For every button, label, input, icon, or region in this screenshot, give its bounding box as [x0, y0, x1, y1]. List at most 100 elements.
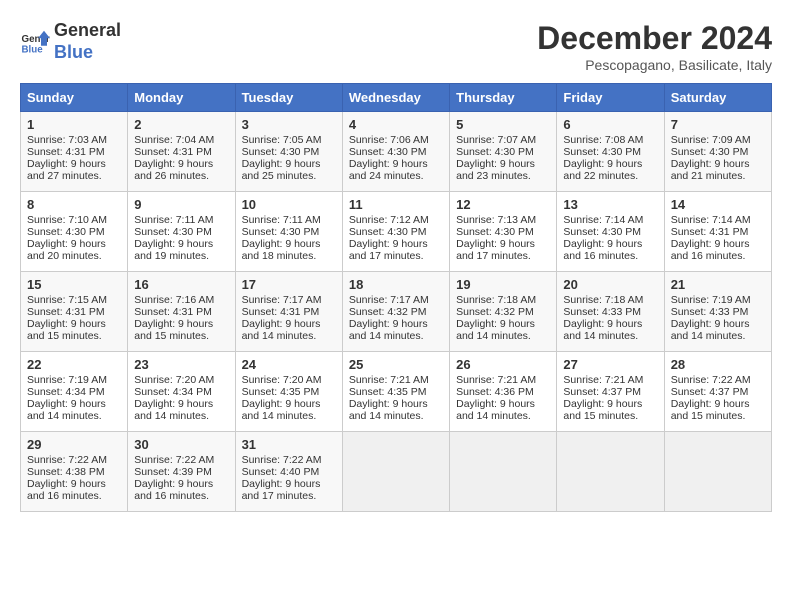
day-info: and 15 minutes.	[563, 410, 657, 422]
day-number: 20	[563, 277, 657, 292]
calendar-cell: 20Sunrise: 7:18 AMSunset: 4:33 PMDayligh…	[557, 272, 664, 352]
day-info: and 14 minutes.	[134, 410, 228, 422]
logo: General Blue General Blue	[20, 20, 121, 63]
day-info: Sunset: 4:30 PM	[456, 146, 550, 158]
day-number: 9	[134, 197, 228, 212]
weekday-header-saturday: Saturday	[664, 84, 771, 112]
calendar-cell: 12Sunrise: 7:13 AMSunset: 4:30 PMDayligh…	[450, 192, 557, 272]
day-info: Daylight: 9 hours	[456, 318, 550, 330]
calendar-cell: 17Sunrise: 7:17 AMSunset: 4:31 PMDayligh…	[235, 272, 342, 352]
day-info: Sunrise: 7:18 AM	[456, 294, 550, 306]
day-info: and 14 minutes.	[242, 410, 336, 422]
svg-text:Blue: Blue	[22, 44, 44, 55]
day-info: Sunrise: 7:22 AM	[134, 454, 228, 466]
day-info: Sunset: 4:30 PM	[242, 226, 336, 238]
day-number: 7	[671, 117, 765, 132]
day-info: Sunset: 4:30 PM	[27, 226, 121, 238]
day-info: and 14 minutes.	[349, 330, 443, 342]
day-info: and 16 minutes.	[671, 250, 765, 262]
day-info: Sunset: 4:32 PM	[349, 306, 443, 318]
day-info: Sunrise: 7:19 AM	[27, 374, 121, 386]
calendar-cell: 23Sunrise: 7:20 AMSunset: 4:34 PMDayligh…	[128, 352, 235, 432]
day-number: 2	[134, 117, 228, 132]
day-info: Sunrise: 7:14 AM	[563, 214, 657, 226]
day-number: 12	[456, 197, 550, 212]
day-info: Sunrise: 7:17 AM	[349, 294, 443, 306]
day-number: 14	[671, 197, 765, 212]
day-info: Daylight: 9 hours	[134, 158, 228, 170]
calendar-body: 1Sunrise: 7:03 AMSunset: 4:31 PMDaylight…	[21, 112, 772, 512]
calendar-cell: 28Sunrise: 7:22 AMSunset: 4:37 PMDayligh…	[664, 352, 771, 432]
day-number: 23	[134, 357, 228, 372]
calendar-cell: 27Sunrise: 7:21 AMSunset: 4:37 PMDayligh…	[557, 352, 664, 432]
day-info: Daylight: 9 hours	[671, 158, 765, 170]
day-info: Daylight: 9 hours	[134, 238, 228, 250]
calendar-week-2: 15Sunrise: 7:15 AMSunset: 4:31 PMDayligh…	[21, 272, 772, 352]
day-info: Sunrise: 7:06 AM	[349, 134, 443, 146]
day-number: 18	[349, 277, 443, 292]
day-info: Sunrise: 7:18 AM	[563, 294, 657, 306]
calendar-cell: 24Sunrise: 7:20 AMSunset: 4:35 PMDayligh…	[235, 352, 342, 432]
calendar-cell: 6Sunrise: 7:08 AMSunset: 4:30 PMDaylight…	[557, 112, 664, 192]
day-info: Sunset: 4:30 PM	[456, 226, 550, 238]
day-info: and 14 minutes.	[671, 330, 765, 342]
calendar-cell: 11Sunrise: 7:12 AMSunset: 4:30 PMDayligh…	[342, 192, 449, 272]
day-info: Daylight: 9 hours	[134, 478, 228, 490]
day-info: Sunrise: 7:16 AM	[134, 294, 228, 306]
month-title: December 2024	[537, 20, 772, 57]
day-info: Sunrise: 7:15 AM	[27, 294, 121, 306]
day-info: Sunrise: 7:17 AM	[242, 294, 336, 306]
day-number: 6	[563, 117, 657, 132]
day-info: Sunrise: 7:21 AM	[349, 374, 443, 386]
day-info: and 16 minutes.	[563, 250, 657, 262]
day-info: and 14 minutes.	[563, 330, 657, 342]
calendar-cell: 18Sunrise: 7:17 AMSunset: 4:32 PMDayligh…	[342, 272, 449, 352]
calendar-week-0: 1Sunrise: 7:03 AMSunset: 4:31 PMDaylight…	[21, 112, 772, 192]
day-info: Sunrise: 7:07 AM	[456, 134, 550, 146]
day-info: Daylight: 9 hours	[27, 158, 121, 170]
day-info: Sunset: 4:30 PM	[671, 146, 765, 158]
calendar-week-3: 22Sunrise: 7:19 AMSunset: 4:34 PMDayligh…	[21, 352, 772, 432]
day-info: and 17 minutes.	[349, 250, 443, 262]
day-info: Sunset: 4:37 PM	[563, 386, 657, 398]
day-info: and 14 minutes.	[27, 410, 121, 422]
day-info: Sunrise: 7:03 AM	[27, 134, 121, 146]
day-info: Sunset: 4:31 PM	[27, 306, 121, 318]
day-number: 8	[27, 197, 121, 212]
weekday-header-thursday: Thursday	[450, 84, 557, 112]
day-info: Daylight: 9 hours	[134, 398, 228, 410]
day-info: Daylight: 9 hours	[563, 318, 657, 330]
calendar-cell: 31Sunrise: 7:22 AMSunset: 4:40 PMDayligh…	[235, 432, 342, 512]
day-number: 3	[242, 117, 336, 132]
day-info: Daylight: 9 hours	[134, 318, 228, 330]
day-info: and 26 minutes.	[134, 170, 228, 182]
calendar-cell: 13Sunrise: 7:14 AMSunset: 4:30 PMDayligh…	[557, 192, 664, 272]
calendar-cell: 21Sunrise: 7:19 AMSunset: 4:33 PMDayligh…	[664, 272, 771, 352]
location: Pescopagano, Basilicate, Italy	[537, 57, 772, 73]
day-info: Sunset: 4:30 PM	[242, 146, 336, 158]
day-info: Daylight: 9 hours	[563, 238, 657, 250]
day-info: Daylight: 9 hours	[456, 238, 550, 250]
day-info: and 22 minutes.	[563, 170, 657, 182]
day-info: and 14 minutes.	[242, 330, 336, 342]
day-info: Sunrise: 7:20 AM	[242, 374, 336, 386]
day-info: Daylight: 9 hours	[27, 398, 121, 410]
day-info: and 16 minutes.	[134, 490, 228, 502]
day-number: 24	[242, 357, 336, 372]
weekday-header-tuesday: Tuesday	[235, 84, 342, 112]
day-number: 30	[134, 437, 228, 452]
day-info: Sunset: 4:34 PM	[27, 386, 121, 398]
day-number: 28	[671, 357, 765, 372]
calendar-cell: 16Sunrise: 7:16 AMSunset: 4:31 PMDayligh…	[128, 272, 235, 352]
calendar-cell	[557, 432, 664, 512]
day-info: Sunrise: 7:19 AM	[671, 294, 765, 306]
day-info: and 19 minutes.	[134, 250, 228, 262]
day-info: Sunrise: 7:20 AM	[134, 374, 228, 386]
day-info: Sunset: 4:37 PM	[671, 386, 765, 398]
day-info: Sunset: 4:32 PM	[456, 306, 550, 318]
day-info: Sunrise: 7:22 AM	[242, 454, 336, 466]
day-info: Sunset: 4:31 PM	[242, 306, 336, 318]
calendar-cell: 22Sunrise: 7:19 AMSunset: 4:34 PMDayligh…	[21, 352, 128, 432]
day-info: Sunset: 4:31 PM	[671, 226, 765, 238]
day-number: 4	[349, 117, 443, 132]
